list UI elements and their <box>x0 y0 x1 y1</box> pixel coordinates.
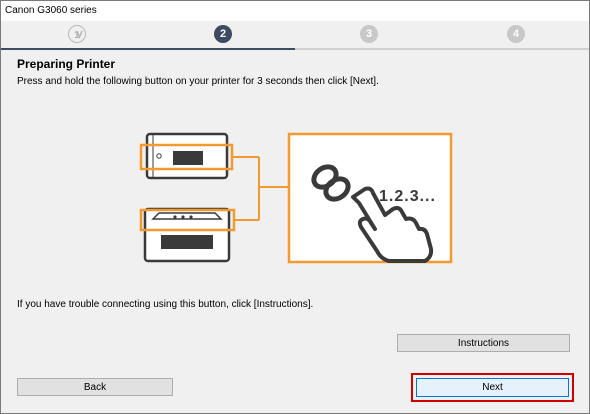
trouble-hint-text: If you have trouble connecting using thi… <box>17 299 314 310</box>
window-titlebar: Canon G3060 series <box>1 1 589 21</box>
count-text: 1.2.3... <box>379 188 436 205</box>
step-4-indicator: 4 <box>507 25 525 43</box>
back-button[interactable]: Back <box>17 378 173 396</box>
connector-lines <box>232 156 289 221</box>
instruction-text: Press and hold the following button on y… <box>17 76 379 87</box>
step-progress-line-completed <box>1 48 295 50</box>
printer-button-illustration: 1.2.3... <box>139 132 453 264</box>
installer-window: Canon G3060 series 1 2 3 4 Preparing Pri… <box>0 0 590 414</box>
main-content: Preparing Printer Press and hold the fol… <box>1 51 589 413</box>
step-3-indicator: 3 <box>360 25 378 43</box>
button-zoom-panel: 1.2.3... <box>287 132 453 264</box>
step-progress-bar: 1 2 3 4 <box>1 21 589 51</box>
next-button[interactable]: Next <box>416 378 569 397</box>
step-1-check-icon: 1 <box>74 30 83 41</box>
step-progress-line-remaining <box>295 48 589 50</box>
page-title: Preparing Printer <box>17 57 116 71</box>
step-1-done-indicator: 1 <box>68 25 86 43</box>
printer-top-icon <box>139 132 234 180</box>
printer-bottom-icon <box>139 207 236 263</box>
instructions-button[interactable]: Instructions <box>397 334 570 352</box>
window-title: Canon G3060 series <box>5 5 97 16</box>
step-2-indicator: 2 <box>214 25 232 43</box>
